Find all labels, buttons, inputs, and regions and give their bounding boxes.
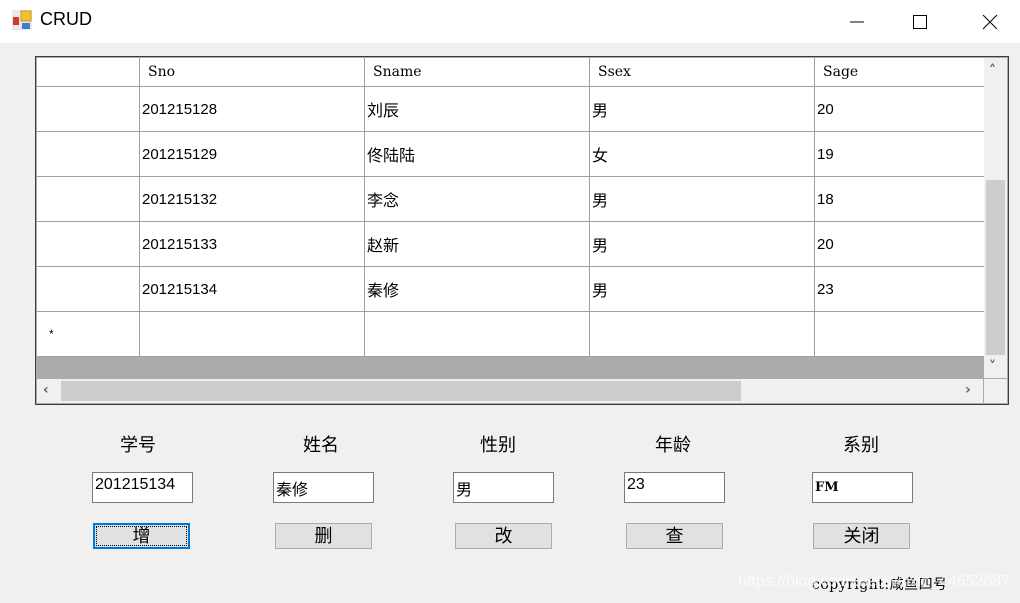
cell-sname[interactable] [364,311,590,357]
horizontal-scroll-thumb[interactable] [61,381,741,401]
copyright-label: copyright:咸鱼四号 [812,577,948,593]
horizontal-scrollbar[interactable]: ‹ › [37,379,983,403]
grid-table: Sno Sname Ssex Sage 201215128 刘辰 男 20 20… [37,58,995,357]
ssex-input[interactable]: 男 [453,472,554,503]
cell-sno[interactable] [139,311,365,357]
cell-ssex[interactable]: 男 [589,266,815,312]
table-row[interactable]: 201215129 佟陆陆 女 19 [37,131,995,177]
sname-input[interactable]: 秦修 [273,472,374,503]
cell-sno[interactable]: 201215132 [139,176,365,222]
table-row[interactable]: 201215132 李念 男 18 [37,176,995,222]
cell-ssex[interactable]: 男 [589,221,815,267]
cell-ssex[interactable]: 男 [589,86,815,132]
label-ssex: 性别 [480,435,516,455]
cell-sname[interactable]: 佟陆陆 [364,131,590,177]
cell-sname[interactable]: 刘辰 [364,86,590,132]
vertical-scrollbar[interactable]: ˄ ˅ [984,58,1007,378]
close-icon [982,14,998,29]
maximize-icon [913,14,927,29]
sdept-input[interactable]: FM [812,472,913,503]
maximize-button[interactable] [897,0,943,43]
vertical-scroll-thumb[interactable] [986,180,1005,355]
cell-sno[interactable]: 201215134 [139,266,365,312]
cell-sno[interactable]: 201215128 [139,86,365,132]
row-header[interactable] [37,86,140,132]
minimize-button[interactable] [834,0,880,43]
scrollbar-corner [984,379,1007,403]
query-button[interactable]: 查 [626,523,723,549]
cell-sname[interactable]: 李念 [364,176,590,222]
cell-sage[interactable]: 23 [814,266,995,312]
student-data-grid[interactable]: Sno Sname Ssex Sage 201215128 刘辰 男 20 20… [35,56,1009,405]
column-header-sage[interactable]: Sage [814,58,995,87]
grid-header-row: Sno Sname Ssex Sage [37,58,995,87]
cell-sage[interactable]: 19 [814,131,995,177]
cell-ssex[interactable]: 男 [589,176,815,222]
scroll-up-icon[interactable]: ˄ [989,64,996,78]
cell-ssex[interactable] [589,311,815,357]
sage-input[interactable]: 23 [624,472,725,503]
delete-button[interactable]: 删 [275,523,372,549]
table-row[interactable]: 201215134 秦修 男 23 [37,266,995,312]
scroll-left-icon[interactable]: ‹ [43,383,49,397]
minimize-icon [850,21,864,22]
table-row[interactable]: 201215133 赵新 男 20 [37,221,995,267]
add-button[interactable]: 增 [93,523,190,549]
close-button[interactable]: 关闭 [813,523,910,549]
scroll-down-icon[interactable]: ˅ [989,360,996,374]
cell-sno[interactable]: 201215129 [139,131,365,177]
new-row-marker[interactable]: * [37,311,140,357]
sno-input[interactable]: 201215134 [92,472,193,503]
row-header[interactable] [37,131,140,177]
title-bar: CRUD [0,0,1020,43]
label-sno: 学号 [120,435,156,455]
cell-sno[interactable]: 201215133 [139,221,365,267]
label-sage: 年龄 [655,435,691,455]
row-header[interactable] [37,221,140,267]
cell-sage[interactable]: 20 [814,221,995,267]
close-window-button[interactable] [967,0,1013,43]
row-header[interactable] [37,176,140,222]
label-sdept: 系别 [843,435,879,455]
cell-sage[interactable] [814,311,995,357]
row-header[interactable] [37,266,140,312]
app-icon [12,10,32,30]
scroll-right-icon[interactable]: › [965,383,971,397]
column-header-sname[interactable]: Sname [364,58,590,87]
cell-ssex[interactable]: 女 [589,131,815,177]
column-header-ssex[interactable]: Ssex [589,58,815,87]
cell-sage[interactable]: 20 [814,86,995,132]
cell-sname[interactable]: 赵新 [364,221,590,267]
new-row[interactable]: * [37,311,995,357]
row-header-corner[interactable] [37,58,140,87]
cell-sage[interactable]: 18 [814,176,995,222]
table-row[interactable]: 201215128 刘辰 男 20 [37,86,995,132]
window-title: CRUD [40,9,92,29]
cell-sname[interactable]: 秦修 [364,266,590,312]
column-header-sno[interactable]: Sno [139,58,365,87]
update-button[interactable]: 改 [455,523,552,549]
label-sname: 姓名 [303,435,339,455]
